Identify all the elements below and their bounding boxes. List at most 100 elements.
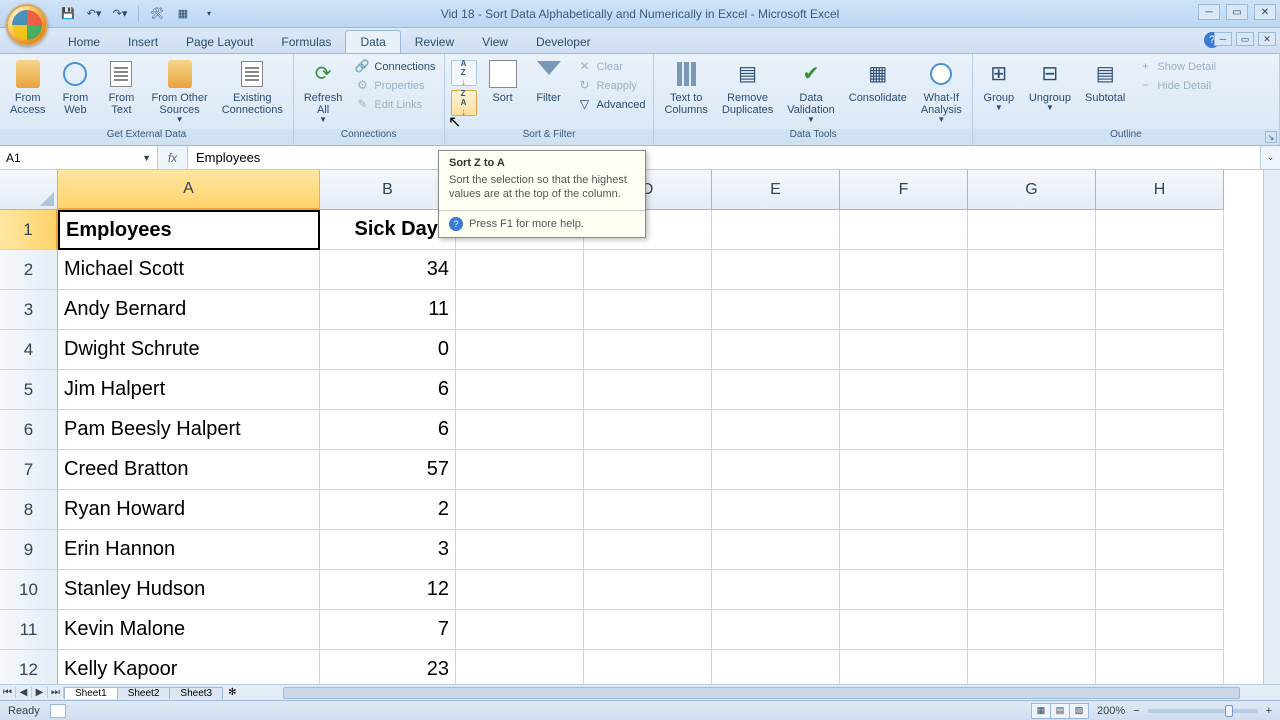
- refresh-all-button[interactable]: ⟳Refresh All▼: [298, 56, 349, 127]
- cell-B1[interactable]: Sick Days: [320, 210, 456, 250]
- tab-insert[interactable]: Insert: [114, 31, 172, 53]
- normal-view-button[interactable]: ▦: [1031, 703, 1051, 719]
- cell-G9[interactable]: [968, 530, 1096, 570]
- cell-B2[interactable]: 34: [320, 250, 456, 290]
- cell-H6[interactable]: [1096, 410, 1224, 450]
- sheet-tab-3[interactable]: Sheet3: [169, 687, 223, 699]
- office-button[interactable]: [6, 4, 48, 46]
- from-other-sources-button[interactable]: From Other Sources▼: [145, 56, 213, 127]
- cell-G3[interactable]: [968, 290, 1096, 330]
- cell-G4[interactable]: [968, 330, 1096, 370]
- sheet-nav-first[interactable]: ⏮: [0, 687, 16, 698]
- select-all-corner[interactable]: [0, 170, 58, 210]
- sheet-nav-next[interactable]: ▶: [32, 687, 48, 698]
- cell-B12[interactable]: 23: [320, 650, 456, 684]
- filter-button[interactable]: Filter: [527, 56, 571, 106]
- cell-D12[interactable]: [584, 650, 712, 684]
- page-break-view-button[interactable]: ▧: [1069, 703, 1089, 719]
- cell-B11[interactable]: 7: [320, 610, 456, 650]
- cell-B8[interactable]: 2: [320, 490, 456, 530]
- cell-E12[interactable]: [712, 650, 840, 684]
- col-header-E[interactable]: E: [712, 170, 840, 210]
- cell-C9[interactable]: [456, 530, 584, 570]
- cell-B4[interactable]: 0: [320, 330, 456, 370]
- cell-F10[interactable]: [840, 570, 968, 610]
- macro-record-icon[interactable]: [50, 704, 66, 718]
- consolidate-button[interactable]: ▦Consolidate: [843, 56, 913, 106]
- cell-E11[interactable]: [712, 610, 840, 650]
- tab-home[interactable]: Home: [54, 31, 114, 53]
- cell-D6[interactable]: [584, 410, 712, 450]
- page-layout-view-button[interactable]: ▤: [1050, 703, 1070, 719]
- tab-developer[interactable]: Developer: [522, 31, 605, 53]
- zoom-slider[interactable]: [1148, 709, 1258, 713]
- cell-A8[interactable]: Ryan Howard: [58, 490, 320, 530]
- row-header-6[interactable]: 6: [0, 410, 58, 450]
- cell-H3[interactable]: [1096, 290, 1224, 330]
- col-header-F[interactable]: F: [840, 170, 968, 210]
- minimize-button[interactable]: ─: [1198, 4, 1220, 20]
- ungroup-button[interactable]: ⊟Ungroup▼: [1023, 56, 1077, 115]
- maximize-button[interactable]: ▭: [1226, 4, 1248, 20]
- cell-H2[interactable]: [1096, 250, 1224, 290]
- row-header-4[interactable]: 4: [0, 330, 58, 370]
- ribbon-close-button[interactable]: ✕: [1258, 32, 1276, 46]
- qat-dropdown-icon[interactable]: ▾: [201, 6, 217, 22]
- horizontal-scrollbar[interactable]: [263, 685, 1280, 701]
- cell-D2[interactable]: [584, 250, 712, 290]
- fx-icon[interactable]: fx: [158, 146, 188, 169]
- vertical-scrollbar[interactable]: [1263, 170, 1280, 684]
- cell-H1[interactable]: [1096, 210, 1224, 250]
- cell-D9[interactable]: [584, 530, 712, 570]
- zoom-in-button[interactable]: +: [1266, 705, 1272, 717]
- row-header-11[interactable]: 11: [0, 610, 58, 650]
- cell-G5[interactable]: [968, 370, 1096, 410]
- tab-review[interactable]: Review: [401, 31, 468, 53]
- cell-H12[interactable]: [1096, 650, 1224, 684]
- row-header-7[interactable]: 7: [0, 450, 58, 490]
- cell-C4[interactable]: [456, 330, 584, 370]
- cell-F4[interactable]: [840, 330, 968, 370]
- cell-A4[interactable]: Dwight Schrute: [58, 330, 320, 370]
- cell-G8[interactable]: [968, 490, 1096, 530]
- cell-F11[interactable]: [840, 610, 968, 650]
- group-button[interactable]: ⊞Group▼: [977, 56, 1021, 115]
- cell-B10[interactable]: 12: [320, 570, 456, 610]
- cell-E3[interactable]: [712, 290, 840, 330]
- cell-B6[interactable]: 6: [320, 410, 456, 450]
- cell-A12[interactable]: Kelly Kapoor: [58, 650, 320, 684]
- subtotal-button[interactable]: ▤Subtotal: [1079, 56, 1131, 106]
- cell-C3[interactable]: [456, 290, 584, 330]
- cell-E8[interactable]: [712, 490, 840, 530]
- cell-D7[interactable]: [584, 450, 712, 490]
- what-if-analysis-button[interactable]: What-If Analysis▼: [915, 56, 968, 127]
- cell-F6[interactable]: [840, 410, 968, 450]
- cell-E7[interactable]: [712, 450, 840, 490]
- row-header-10[interactable]: 10: [0, 570, 58, 610]
- cell-D10[interactable]: [584, 570, 712, 610]
- cell-A6[interactable]: Pam Beesly Halpert: [58, 410, 320, 450]
- cell-B3[interactable]: 11: [320, 290, 456, 330]
- cell-A5[interactable]: Jim Halpert: [58, 370, 320, 410]
- cell-E1[interactable]: [712, 210, 840, 250]
- cell-D8[interactable]: [584, 490, 712, 530]
- sheet-tab-2[interactable]: Sheet2: [117, 687, 171, 699]
- qat-tool-icon[interactable]: 🛠: [149, 6, 165, 22]
- col-header-B[interactable]: B: [320, 170, 456, 210]
- worksheet-grid[interactable]: ABCDEFGH1EmployeesSick Days2Michael Scot…: [0, 170, 1280, 684]
- cell-F7[interactable]: [840, 450, 968, 490]
- tab-page-layout[interactable]: Page Layout: [172, 31, 267, 53]
- cell-C5[interactable]: [456, 370, 584, 410]
- cell-E4[interactable]: [712, 330, 840, 370]
- cell-G7[interactable]: [968, 450, 1096, 490]
- cell-F5[interactable]: [840, 370, 968, 410]
- row-header-9[interactable]: 9: [0, 530, 58, 570]
- cell-H8[interactable]: [1096, 490, 1224, 530]
- cell-A9[interactable]: Erin Hannon: [58, 530, 320, 570]
- cell-A2[interactable]: Michael Scott: [58, 250, 320, 290]
- data-validation-button[interactable]: ✔Data Validation▼: [781, 56, 841, 127]
- cell-H5[interactable]: [1096, 370, 1224, 410]
- zoom-out-button[interactable]: −: [1133, 705, 1139, 717]
- row-header-2[interactable]: 2: [0, 250, 58, 290]
- from-web-button[interactable]: From Web: [53, 56, 97, 118]
